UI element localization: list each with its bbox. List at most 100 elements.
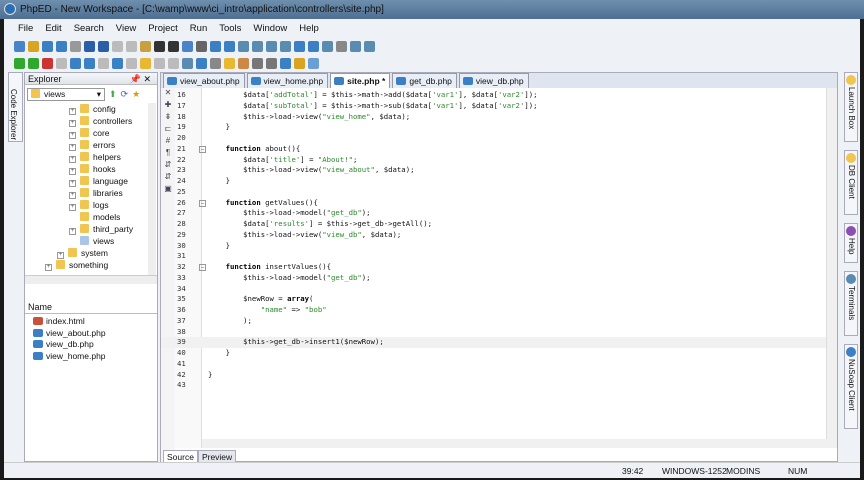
- tree-item[interactable]: + hooks: [25, 163, 157, 175]
- toolbar-button-icon[interactable]: [182, 57, 193, 69]
- code-explorer-tab[interactable]: Code Explorer: [8, 72, 23, 142]
- dock-tab[interactable]: Help: [844, 223, 858, 263]
- tree-item[interactable]: + third_party: [25, 223, 157, 235]
- toolbar-button-icon[interactable]: [210, 57, 221, 69]
- toolbar-button-icon[interactable]: [98, 40, 109, 52]
- editor-tab[interactable]: view_about.php: [163, 73, 245, 88]
- menu-file[interactable]: File: [12, 20, 39, 37]
- toolbar-button-icon[interactable]: [196, 40, 207, 52]
- toolbar-button-icon[interactable]: [42, 57, 53, 69]
- toolbar-button-icon[interactable]: [126, 57, 137, 69]
- editor-tab[interactable]: view_home.php: [246, 73, 329, 88]
- tree-item[interactable]: + helpers: [25, 151, 157, 163]
- fold-icon[interactable]: −: [199, 145, 206, 153]
- expand-icon[interactable]: +: [69, 108, 76, 115]
- expand-icon[interactable]: +: [69, 192, 76, 199]
- toolbar-button-icon[interactable]: [84, 40, 95, 52]
- toolbar-button-icon[interactable]: [112, 57, 123, 69]
- toolbar-button-icon[interactable]: [70, 57, 81, 69]
- editor-horizontal-scrollbar[interactable]: [202, 439, 828, 448]
- code-area[interactable]: 16 $data['addTotal'] = $this->math->add(…: [161, 90, 826, 391]
- vertical-scrollbar[interactable]: [826, 88, 837, 448]
- toolbar-button-icon[interactable]: [322, 40, 333, 52]
- toolbar-button-icon[interactable]: [266, 40, 277, 52]
- tree-item[interactable]: + config: [25, 103, 157, 115]
- tree-item[interactable]: +views: [25, 235, 157, 247]
- menu-tools[interactable]: Tools: [213, 20, 247, 37]
- toolbar-button-icon[interactable]: [168, 40, 179, 52]
- menu-search[interactable]: Search: [68, 20, 110, 37]
- toolbar-button-icon[interactable]: [28, 57, 39, 69]
- tree-item[interactable]: +models: [25, 211, 157, 223]
- folder-select[interactable]: views ▾: [27, 87, 105, 101]
- toolbar-button-icon[interactable]: [294, 57, 305, 69]
- tree-item[interactable]: + libraries: [25, 187, 157, 199]
- toolbar-button-icon[interactable]: [56, 57, 67, 69]
- toolbar-button-icon[interactable]: [112, 40, 123, 52]
- menu-edit[interactable]: Edit: [39, 20, 67, 37]
- toolbar-button-icon[interactable]: [308, 40, 319, 52]
- expand-icon[interactable]: +: [69, 120, 76, 127]
- toolbar-button-icon[interactable]: [84, 57, 95, 69]
- file-item[interactable]: index.html: [33, 316, 157, 328]
- file-item[interactable]: view_home.php: [33, 351, 157, 363]
- toolbar-button-icon[interactable]: [224, 40, 235, 52]
- toolbar-button-icon[interactable]: [364, 40, 375, 52]
- toolbar-button-icon[interactable]: [98, 57, 109, 69]
- expand-icon[interactable]: +: [45, 264, 52, 271]
- menu-view[interactable]: View: [110, 20, 142, 37]
- favorites-icon[interactable]: ★: [132, 89, 140, 100]
- toolbar-button-icon[interactable]: [224, 57, 235, 69]
- horizontal-scrollbar[interactable]: [25, 275, 157, 284]
- menu-window[interactable]: Window: [247, 20, 293, 37]
- menu-run[interactable]: Run: [184, 20, 213, 37]
- toolbar-button-icon[interactable]: [308, 57, 319, 69]
- expand-icon[interactable]: +: [69, 180, 76, 187]
- toolbar-button-icon[interactable]: [266, 57, 277, 69]
- tree-item[interactable]: + system: [25, 247, 157, 259]
- expand-icon[interactable]: +: [69, 204, 76, 211]
- toolbar-button-icon[interactable]: [154, 40, 165, 52]
- toolbar-button-icon[interactable]: [70, 40, 81, 52]
- toolbar-button-icon[interactable]: [14, 57, 25, 69]
- toolbar-button-icon[interactable]: [182, 40, 193, 52]
- toolbar-button-icon[interactable]: [140, 40, 151, 52]
- toolbar-button-icon[interactable]: [56, 40, 67, 52]
- tree-item[interactable]: + something: [25, 259, 157, 271]
- tree-item[interactable]: + errors: [25, 139, 157, 151]
- fold-icon[interactable]: −: [199, 264, 206, 271]
- expand-icon[interactable]: +: [57, 252, 64, 259]
- toolbar-button-icon[interactable]: [210, 40, 221, 52]
- dock-tab[interactable]: Terminals: [844, 271, 858, 336]
- toolbar-button-icon[interactable]: [294, 40, 305, 52]
- toolbar-button-icon[interactable]: [140, 57, 151, 69]
- toolbar-button-icon[interactable]: [252, 57, 263, 69]
- toolbar-button-icon[interactable]: [280, 40, 291, 52]
- dock-tab[interactable]: DB Client: [844, 150, 858, 215]
- editor-tab[interactable]: view_db.php: [458, 73, 529, 88]
- tree-scrollbar[interactable]: [148, 103, 156, 275]
- toolbar-button-icon[interactable]: [42, 40, 53, 52]
- expand-icon[interactable]: +: [69, 144, 76, 151]
- dock-tab[interactable]: Launch Box: [844, 72, 858, 142]
- up-folder-icon[interactable]: ⬆: [109, 89, 117, 100]
- toolbar-button-icon[interactable]: [154, 57, 165, 69]
- expand-icon[interactable]: +: [69, 168, 76, 175]
- refresh-icon[interactable]: ⟳: [121, 89, 129, 100]
- toolbar-button-icon[interactable]: [350, 40, 361, 52]
- toolbar-button-icon[interactable]: [336, 40, 347, 52]
- file-item[interactable]: view_about.php: [33, 328, 157, 340]
- expand-icon[interactable]: +: [69, 156, 76, 163]
- toolbar-button-icon[interactable]: [196, 57, 207, 69]
- expand-icon[interactable]: +: [69, 132, 76, 139]
- tree-item[interactable]: + logs: [25, 199, 157, 211]
- fold-icon[interactable]: −: [199, 199, 206, 207]
- tree-item[interactable]: + core: [25, 127, 157, 139]
- toolbar-button-icon[interactable]: [238, 57, 249, 69]
- close-icon[interactable]: 📌 ✕: [130, 73, 151, 85]
- toolbar-button-icon[interactable]: [14, 40, 25, 52]
- toolbar-button-icon[interactable]: [28, 40, 39, 52]
- toolbar-button-icon[interactable]: [126, 40, 137, 52]
- toolbar-button-icon[interactable]: [168, 57, 179, 69]
- file-item[interactable]: view_db.php: [33, 339, 157, 351]
